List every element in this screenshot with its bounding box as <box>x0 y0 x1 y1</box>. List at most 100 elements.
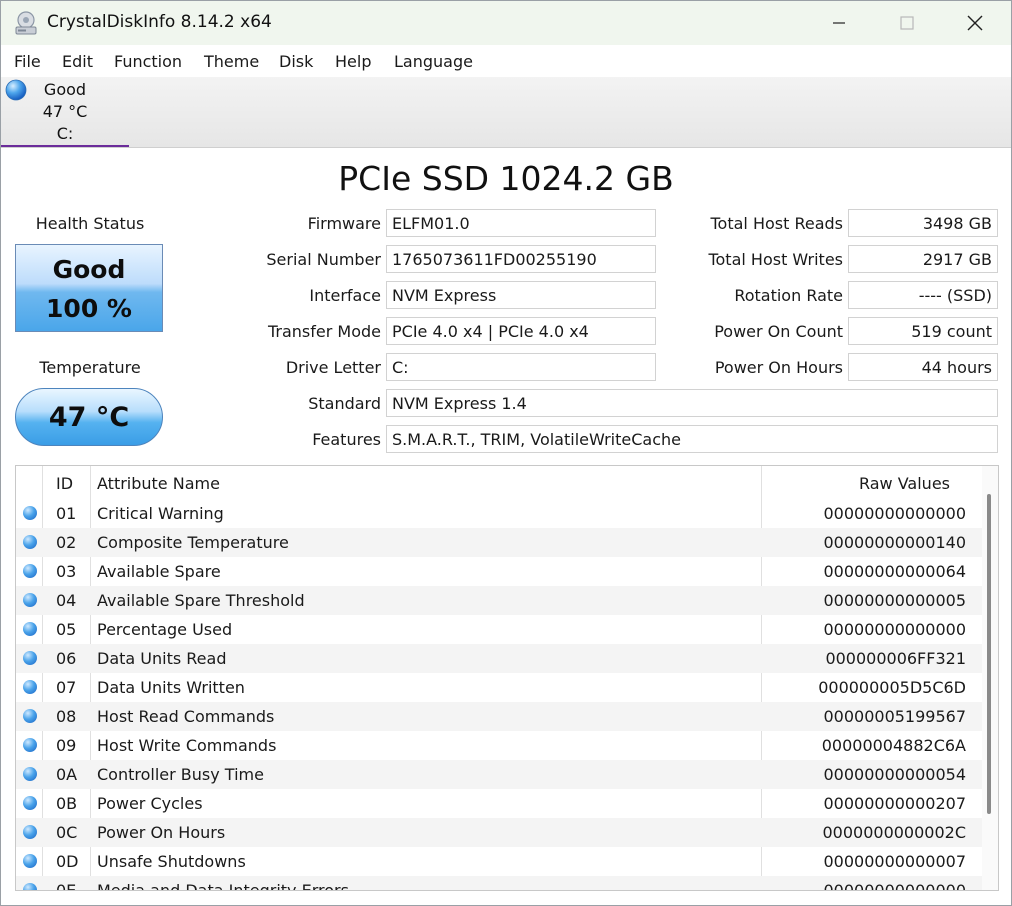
attr-raw: 00000004882C6A <box>821 736 966 755</box>
status-orb-icon <box>23 796 37 810</box>
attr-raw: 000000005D5C6D <box>818 678 966 697</box>
attr-id: 05 <box>56 620 77 639</box>
attr-name: Power On Hours <box>97 823 226 842</box>
total-host-reads-label: Total Host Reads <box>710 214 843 233</box>
attr-raw: 00000000000007 <box>823 852 966 871</box>
attr-id: 06 <box>56 649 77 668</box>
table-row[interactable]: 0E Media and Data Integrity Errors 00000… <box>16 876 982 891</box>
close-icon <box>967 15 983 31</box>
attr-id: 0B <box>56 794 78 813</box>
status-orb-icon <box>23 622 37 636</box>
disk-model-title: PCIe SSD 1024.2 GB <box>338 159 674 198</box>
table-row[interactable]: 06 Data Units Read 000000006FF321 <box>16 644 982 673</box>
minimize-button[interactable] <box>805 1 873 45</box>
table-scrollbar[interactable] <box>982 466 998 890</box>
total-host-reads-value: 3498 GB <box>848 209 998 237</box>
status-orb-icon <box>23 564 37 578</box>
table-row[interactable]: 0C Power On Hours 0000000000002C <box>16 818 982 847</box>
serial-number-label: Serial Number <box>266 250 381 269</box>
attr-raw: 00000000000005 <box>823 591 966 610</box>
table-row[interactable]: 07 Data Units Written 000000005D5C6D <box>16 673 982 702</box>
temperature-button[interactable]: 47 °C <box>15 388 163 446</box>
attr-raw: 00000005199567 <box>823 707 966 726</box>
attr-id: 03 <box>56 562 77 581</box>
scrollbar-thumb[interactable] <box>987 494 991 814</box>
menu-help[interactable]: Help <box>335 52 371 71</box>
menu-disk[interactable]: Disk <box>279 52 313 71</box>
health-status-value: Good <box>52 255 126 284</box>
table-row[interactable]: 02 Composite Temperature 00000000000140 <box>16 528 982 557</box>
menu-edit[interactable]: Edit <box>62 52 93 71</box>
drive-letter-label: Drive Letter <box>285 358 381 377</box>
firmware-label: Firmware <box>307 214 381 233</box>
header-raw-values[interactable]: Raw Values <box>859 474 950 493</box>
close-button[interactable] <box>941 1 1009 45</box>
menu-theme[interactable]: Theme <box>204 52 259 71</box>
attr-id: 04 <box>56 591 77 610</box>
health-status-label: Health Status <box>35 214 145 233</box>
disk-tab-bar: Good 47 °C C: <box>1 77 1011 148</box>
table-row[interactable]: 09 Host Write Commands 00000004882C6A <box>16 731 982 760</box>
standard-value: NVM Express 1.4 <box>386 389 998 417</box>
attr-raw: 00000000000140 <box>823 533 966 552</box>
menu-function[interactable]: Function <box>114 52 182 71</box>
temperature-label: Temperature <box>39 358 141 377</box>
attr-name: Available Spare <box>97 562 221 581</box>
health-status-button[interactable]: Good 100 % <box>15 244 163 332</box>
menu-bar: File Edit Function Theme Disk Help Langu… <box>1 45 1011 77</box>
attr-name: Percentage Used <box>97 620 233 639</box>
header-attribute-name[interactable]: Attribute Name <box>97 474 220 493</box>
disk-info-app-icon <box>13 10 39 36</box>
power-on-count-label: Power On Count <box>714 322 843 341</box>
disk-tab-letter: C: <box>56 124 74 143</box>
maximize-icon <box>900 16 914 30</box>
status-orb-icon <box>23 651 37 665</box>
attr-name: Data Units Written <box>97 678 245 697</box>
attr-raw: 0000000000002C <box>822 823 966 842</box>
table-row[interactable]: 01 Critical Warning 00000000000000 <box>16 499 982 528</box>
attr-id: 01 <box>56 504 77 523</box>
status-orb-icon <box>23 680 37 694</box>
power-on-count-value: 519 count <box>848 317 998 345</box>
minimize-icon <box>832 16 846 30</box>
rotation-rate-value: ---- (SSD) <box>848 281 998 309</box>
table-row[interactable]: 0B Power Cycles 00000000000207 <box>16 789 982 818</box>
transfer-mode-value: PCIe 4.0 x4 | PCIe 4.0 x4 <box>386 317 656 345</box>
attr-name: Composite Temperature <box>97 533 289 552</box>
smart-attributes-table[interactable]: ID Attribute Name Raw Values 01 Critical… <box>15 465 999 891</box>
menu-language[interactable]: Language <box>394 52 473 71</box>
attr-raw: 00000000000000 <box>823 504 966 523</box>
table-row[interactable]: 0A Controller Busy Time 00000000000054 <box>16 760 982 789</box>
table-row[interactable]: 08 Host Read Commands 00000005199567 <box>16 702 982 731</box>
menu-file[interactable]: File <box>14 52 41 71</box>
attr-name: Host Write Commands <box>97 736 277 755</box>
table-row[interactable]: 05 Percentage Used 00000000000000 <box>16 615 982 644</box>
features-label: Features <box>312 430 381 449</box>
power-on-hours-value: 44 hours <box>848 353 998 381</box>
serial-number-value: 1765073611FD00255190 <box>386 245 656 273</box>
attr-name: Critical Warning <box>97 504 224 523</box>
features-value: S.M.A.R.T., TRIM, VolatileWriteCache <box>386 425 998 453</box>
disk-tab-status: Good <box>43 80 87 99</box>
header-id[interactable]: ID <box>56 474 73 493</box>
transfer-mode-label: Transfer Mode <box>267 322 381 341</box>
attr-raw: 000000006FF321 <box>825 649 966 668</box>
maximize-button[interactable] <box>873 1 941 45</box>
attr-id: 0D <box>56 852 79 871</box>
attr-raw: 00000000000064 <box>823 562 966 581</box>
status-orb-icon <box>23 883 37 890</box>
power-on-hours-label: Power On Hours <box>714 358 843 377</box>
attr-raw: 00000000000000 <box>823 881 966 891</box>
disk-tab-c[interactable]: Good 47 °C C: <box>1 77 129 147</box>
status-orb-icon <box>23 738 37 752</box>
app-window: CrystalDiskInfo 8.14.2 x64 File Edit Fun… <box>0 0 1012 906</box>
standard-label: Standard <box>308 394 381 413</box>
attr-id: 02 <box>56 533 77 552</box>
table-row[interactable]: 0D Unsafe Shutdowns 00000000000007 <box>16 847 982 876</box>
table-row[interactable]: 04 Available Spare Threshold 00000000000… <box>16 586 982 615</box>
table-row[interactable]: 03 Available Spare 00000000000064 <box>16 557 982 586</box>
rotation-rate-label: Rotation Rate <box>734 286 843 305</box>
title-bar[interactable]: CrystalDiskInfo 8.14.2 x64 <box>1 1 1011 45</box>
status-orb-icon <box>23 854 37 868</box>
status-orb-icon <box>23 709 37 723</box>
